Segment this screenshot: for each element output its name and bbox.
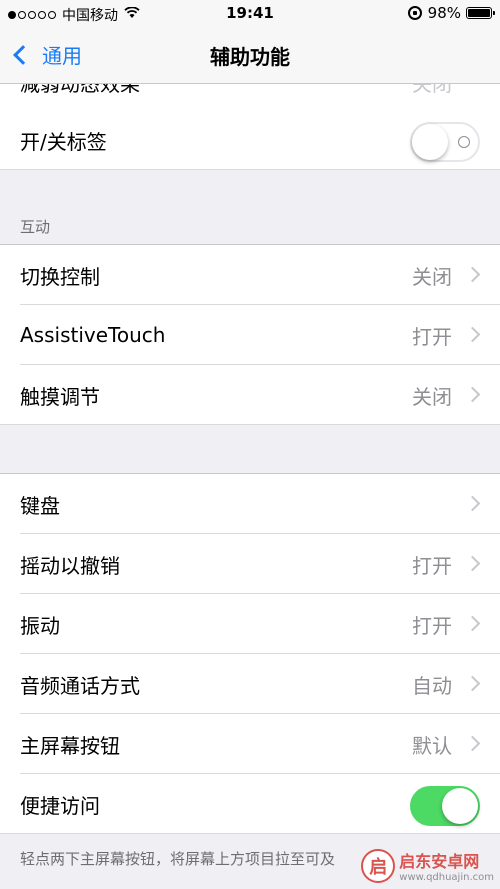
toggle-knob <box>412 124 448 160</box>
vibration-row[interactable]: 振动 打开 <box>0 594 500 654</box>
row-label: 开/关标签 <box>20 129 107 154</box>
row-label: 键盘 <box>20 493 60 518</box>
chevron-right-icon <box>464 735 481 752</box>
status-right: 98% <box>407 4 495 22</box>
rotation-lock-icon <box>407 6 422 20</box>
row-value: 打开 <box>412 613 452 638</box>
row-label: 主屏幕按钮 <box>20 733 120 758</box>
chevron-right-icon <box>464 266 481 283</box>
row-label: AssistiveTouch <box>20 323 166 347</box>
settings-list: 减弱动态效果 关闭 开/关标签 互动 切换控制 关闭 AssistiveTouc… <box>0 84 500 883</box>
partial-row-label: 减弱动态效果 <box>20 84 140 96</box>
row-label: 触摸调节 <box>20 384 100 409</box>
partial-row[interactable]: 减弱动态效果 关闭 <box>0 84 500 110</box>
partial-row-value: 关闭 <box>412 84 452 96</box>
touch-accommodations-row[interactable]: 触摸调节 关闭 <box>0 365 500 425</box>
reachability-row[interactable]: 便捷访问 <box>0 774 500 834</box>
chevron-right-icon <box>464 615 481 632</box>
chevron-right-icon <box>464 326 481 343</box>
watermark-url: www.qdhuajin.com <box>399 872 494 883</box>
battery-icon <box>466 7 495 19</box>
section-header-interaction: 互动 <box>20 218 51 236</box>
chevron-right-icon <box>464 555 481 572</box>
page-title: 辅助功能 <box>210 45 290 69</box>
watermark: 启 启东安卓网 www.qdhuajin.com <box>361 848 494 883</box>
row-value: 默认 <box>412 733 452 758</box>
navigation-bar: 通用 辅助功能 <box>0 28 500 84</box>
call-audio-routing-row[interactable]: 音频通话方式 自动 <box>0 654 500 714</box>
chevron-right-icon <box>464 495 481 512</box>
battery-percent: 98% <box>427 4 461 22</box>
watermark-name: 启东安卓网 <box>399 852 480 871</box>
toggle-knob <box>442 788 478 824</box>
row-value: 打开 <box>412 324 452 349</box>
row-label: 摇动以撤销 <box>20 553 120 578</box>
labels-row[interactable]: 开/关标签 <box>0 110 500 170</box>
row-value: 关闭 <box>412 384 452 409</box>
row-value: 自动 <box>412 673 452 698</box>
reachability-toggle[interactable] <box>410 786 480 826</box>
row-value: 关闭 <box>412 264 452 289</box>
shake-to-undo-row[interactable]: 摇动以撤销 打开 <box>0 534 500 594</box>
assistivetouch-row[interactable]: AssistiveTouch 打开 <box>0 305 500 365</box>
watermark-logo-icon: 启 <box>361 848 396 883</box>
status-bar: 中国移动 19:41 98% <box>0 0 500 28</box>
row-label: 音频通话方式 <box>20 673 140 698</box>
row-label: 切换控制 <box>20 264 100 289</box>
row-value: 打开 <box>412 553 452 578</box>
labels-toggle[interactable] <box>410 122 480 162</box>
home-button-row[interactable]: 主屏幕按钮 默认 <box>0 714 500 774</box>
switch-control-row[interactable]: 切换控制 关闭 <box>0 245 500 305</box>
chevron-right-icon <box>464 386 481 403</box>
row-label: 振动 <box>20 613 60 638</box>
keyboard-row[interactable]: 键盘 <box>0 474 500 534</box>
row-label: 便捷访问 <box>20 793 100 818</box>
off-indicator-icon <box>458 136 470 148</box>
chevron-right-icon <box>464 675 481 692</box>
